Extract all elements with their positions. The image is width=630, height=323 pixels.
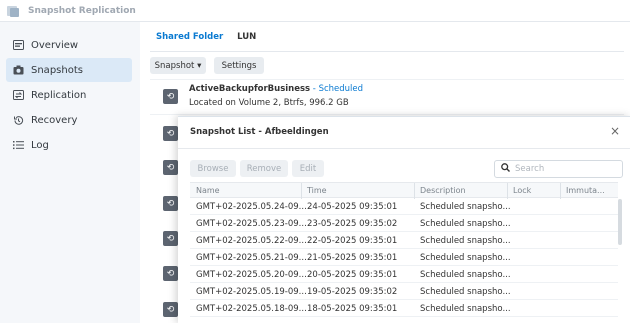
row-divider bbox=[150, 114, 624, 115]
table-row[interactable]: GMT+02-2025.05.24-09... 24-05-2025 09:35… bbox=[190, 198, 618, 215]
snapshot-folder-icon: ⟲ bbox=[163, 302, 178, 317]
cell-name: GMT+02-2025.05.18-09... bbox=[196, 304, 307, 314]
snapshot-folder-icon: ⟲ bbox=[163, 160, 178, 175]
snapshot-folder-icon: ⟲ bbox=[163, 231, 178, 246]
cell-time: 19-05-2025 09:35:02 bbox=[307, 287, 398, 297]
close-icon[interactable]: × bbox=[610, 124, 620, 138]
table-row[interactable]: GMT+02-2025.05.18-09... 18-05-2025 09:35… bbox=[190, 300, 618, 317]
snapshot-folder-icon: ⟲ bbox=[163, 196, 178, 211]
table-row[interactable]: GMT+02-2025.05.20-09... 20-05-2025 09:35… bbox=[190, 266, 618, 283]
search-icon bbox=[501, 163, 510, 175]
sidebar: Overview Snapshots Replication Recovery … bbox=[0, 22, 140, 323]
overview-icon bbox=[12, 39, 24, 51]
cell-name: GMT+02-2025.05.20-09... bbox=[196, 270, 307, 280]
dialog-title: Snapshot List - Afbeeldingen bbox=[190, 127, 329, 137]
cell-time: 23-05-2025 09:35:02 bbox=[307, 219, 398, 229]
sidebar-item-label: Recovery bbox=[31, 114, 78, 126]
sidebar-item-overview[interactable]: Overview bbox=[6, 33, 132, 57]
cell-time: 20-05-2025 09:35:01 bbox=[307, 270, 398, 280]
scrollbar[interactable] bbox=[618, 199, 622, 245]
cell-description: Scheduled snapsho... bbox=[420, 270, 511, 280]
cell-description: Scheduled snapsho... bbox=[420, 253, 511, 263]
folder-location: Located on Volume 2, Btrfs, 996.2 GB bbox=[189, 98, 349, 108]
camera-icon bbox=[12, 64, 24, 76]
tab-lun[interactable]: LUN bbox=[237, 32, 256, 42]
row-divider bbox=[150, 79, 624, 80]
tab-shared-folder[interactable]: Shared Folder bbox=[156, 32, 223, 42]
browse-button[interactable]: Browse bbox=[190, 160, 236, 177]
table-row[interactable]: GMT+02-2025.05.19-09... 19-05-2025 09:35… bbox=[190, 283, 618, 300]
cell-description: Scheduled snapsho... bbox=[420, 202, 511, 212]
snapshot-list-dialog: Snapshot List - Afbeeldingen × Browse Re… bbox=[178, 116, 630, 323]
table-header: Name Time Description Lock Immuta... bbox=[190, 182, 618, 199]
replication-icon bbox=[12, 89, 24, 101]
snapshot-menu-button[interactable]: Snapshot ▾ bbox=[150, 57, 206, 74]
snapshot-folder-icon: ⟲ bbox=[163, 266, 178, 281]
folder-separator: - bbox=[310, 84, 319, 94]
folder-name: ActiveBackupforBusiness bbox=[189, 84, 311, 94]
recovery-icon bbox=[12, 114, 24, 126]
column-divider bbox=[560, 183, 561, 199]
table-row[interactable]: GMT+02-2025.05.22-09... 22-05-2025 09:35… bbox=[190, 232, 618, 249]
table-row[interactable]: GMT+02-2025.05.23-09... 23-05-2025 09:35… bbox=[190, 215, 618, 232]
cell-time: 24-05-2025 09:35:01 bbox=[307, 202, 398, 212]
sidebar-item-recovery[interactable]: Recovery bbox=[6, 108, 132, 132]
sidebar-item-log[interactable]: Log bbox=[6, 133, 132, 157]
app-logo-icon bbox=[6, 4, 20, 18]
list-icon bbox=[12, 139, 24, 151]
cell-time: 22-05-2025 09:35:01 bbox=[307, 236, 398, 246]
search-placeholder: Search bbox=[515, 164, 545, 174]
column-header-name[interactable]: Name bbox=[196, 186, 220, 195]
cell-description: Scheduled snapsho... bbox=[420, 304, 511, 314]
title-bar: Snapshot Replication bbox=[0, 0, 630, 22]
cell-time: 18-05-2025 09:35:01 bbox=[307, 304, 398, 314]
folder-status: Scheduled bbox=[318, 84, 364, 94]
folder-row-title[interactable]: ActiveBackupforBusiness - Scheduled bbox=[189, 84, 363, 94]
cell-description: Scheduled snapsho... bbox=[420, 287, 511, 297]
cell-name: GMT+02-2025.05.19-09... bbox=[196, 287, 307, 297]
cell-name: GMT+02-2025.05.22-09... bbox=[196, 236, 307, 246]
settings-button[interactable]: Settings bbox=[214, 57, 264, 74]
column-header-lock[interactable]: Lock bbox=[513, 186, 531, 195]
cell-name: GMT+02-2025.05.23-09... bbox=[196, 219, 307, 229]
table-row[interactable]: GMT+02-2025.05.21-09... 21-05-2025 09:35… bbox=[190, 249, 618, 266]
edit-button[interactable]: Edit bbox=[292, 160, 324, 177]
column-divider bbox=[301, 183, 302, 199]
column-header-immutable[interactable]: Immuta... bbox=[566, 186, 605, 195]
sidebar-item-replication[interactable]: Replication bbox=[6, 83, 132, 107]
cell-time: 21-05-2025 09:35:01 bbox=[307, 253, 398, 263]
tab-divider bbox=[150, 51, 624, 52]
sidebar-item-snapshots[interactable]: Snapshots bbox=[6, 58, 132, 82]
snapshot-folder-icon: ⟲ bbox=[163, 126, 178, 141]
column-divider bbox=[414, 183, 415, 199]
dialog-divider bbox=[178, 148, 630, 149]
column-header-description[interactable]: Description bbox=[420, 186, 466, 195]
sidebar-item-label: Snapshots bbox=[31, 64, 83, 76]
remove-button[interactable]: Remove bbox=[240, 160, 288, 177]
cell-description: Scheduled snapsho... bbox=[420, 219, 511, 229]
sidebar-item-label: Log bbox=[31, 139, 49, 151]
snapshot-folder-icon: ⟲ bbox=[163, 89, 178, 104]
sidebar-item-label: Replication bbox=[31, 89, 87, 101]
cell-name: GMT+02-2025.05.24-09... bbox=[196, 202, 307, 212]
cell-description: Scheduled snapsho... bbox=[420, 236, 511, 246]
app-title: Snapshot Replication bbox=[28, 5, 136, 16]
column-divider bbox=[507, 183, 508, 199]
tab-bar: Shared Folder LUN bbox=[156, 32, 256, 42]
cell-name: GMT+02-2025.05.21-09... bbox=[196, 253, 307, 263]
sidebar-item-label: Overview bbox=[31, 39, 79, 51]
search-input[interactable]: Search bbox=[494, 160, 623, 178]
column-header-time[interactable]: Time bbox=[307, 186, 327, 195]
